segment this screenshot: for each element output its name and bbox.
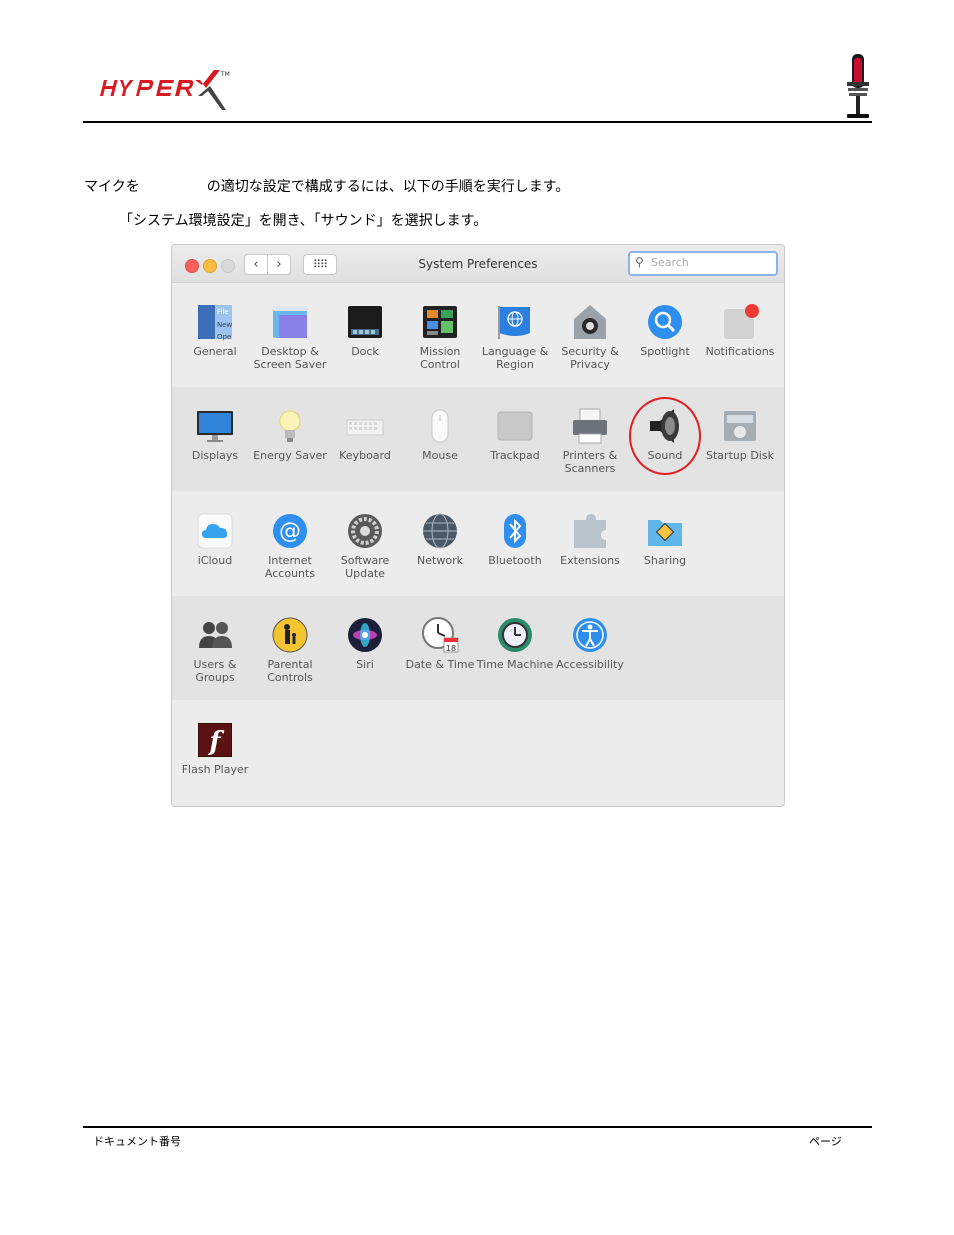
- pref-label: Time Machine: [476, 658, 554, 671]
- keyboard-icon: [346, 419, 384, 436]
- house-lock-icon: [574, 305, 606, 339]
- pref-label: Printers & Scanners: [562, 449, 618, 475]
- search-placeholder: Search: [651, 256, 689, 269]
- pref-label: Startup Disk: [706, 449, 774, 462]
- time-machine-icon: [498, 618, 532, 652]
- pref-label: Language & Region: [481, 345, 549, 371]
- trackpad-icon: [497, 411, 533, 441]
- pref-label: Desktop & Screen Saver: [253, 345, 327, 371]
- puzzle-icon: [574, 514, 606, 548]
- pref-label: Sharing: [643, 554, 687, 567]
- mission-control-icon: [423, 306, 457, 338]
- monitor-icon: [197, 411, 233, 442]
- page-label: ページ: [809, 1135, 842, 1148]
- pref-label: Flash Player: [181, 763, 249, 776]
- bluetooth-icon: [504, 514, 526, 548]
- svg-text:New: New: [217, 321, 233, 329]
- prefs-row-5: [172, 701, 784, 806]
- pref-label: Date & Time: [405, 658, 475, 671]
- svg-text:Ope: Ope: [217, 333, 231, 341]
- instruction-line-1-start: マイクを: [84, 179, 140, 195]
- magnifier-icon: [648, 305, 682, 339]
- pref-label: Users & Groups: [193, 658, 237, 684]
- cloud-icon: [197, 513, 233, 549]
- instruction-line-1: マイクを の適切な設定で構成するには、以下の手順を実行します。: [84, 176, 569, 196]
- pref-label: General: [193, 345, 237, 358]
- svg-text:TM: TM: [220, 71, 230, 78]
- dock-icon: [348, 306, 382, 338]
- svg-text:@: @: [279, 519, 301, 544]
- title-bar: ‹ › ⠿⠿ System Preferences ⚲ Search: [172, 245, 784, 283]
- pref-label: Software Update: [340, 554, 390, 580]
- globe-icon: [423, 513, 457, 549]
- svg-text:18: 18: [446, 644, 456, 653]
- pref-label: Displays: [191, 449, 239, 462]
- pref-label: Siri: [356, 658, 374, 671]
- siri-icon: [348, 618, 382, 652]
- microphone-icon: [847, 54, 869, 118]
- accessibility-icon: [573, 618, 607, 652]
- clock-icon: 18: [422, 617, 459, 653]
- disk-icon: [724, 411, 756, 441]
- footer-rule: [83, 1126, 872, 1128]
- pref-label: Security & Privacy: [561, 345, 619, 371]
- prefs-row-1: [172, 283, 784, 387]
- pref-label: Keyboard: [339, 449, 391, 462]
- search-field[interactable]: ⚲ Search: [628, 251, 778, 276]
- pref-label: Internet Accounts: [264, 554, 316, 580]
- pref-label: Mission Control: [419, 345, 461, 371]
- prefs-row-3: [172, 492, 784, 596]
- pref-label: iCloud: [197, 554, 233, 567]
- pref-label: Bluetooth: [488, 554, 542, 567]
- desktop-icon: [273, 306, 307, 338]
- search-icon: ⚲: [635, 255, 644, 269]
- instruction-line-2: 「システム環境設定」を開き、「サウンド」を選択します。: [119, 213, 488, 229]
- pref-label: Energy Saver: [253, 449, 327, 462]
- pref-label: Extensions: [560, 554, 620, 567]
- instruction-line-1-end: の適切な設定で構成するには、以下の手順を実行します。: [206, 179, 570, 195]
- pref-label: Mouse: [422, 449, 458, 462]
- flag-icon: [498, 306, 530, 339]
- users-icon: [199, 622, 232, 648]
- sound-highlight-circle: [629, 397, 701, 475]
- mouse-icon: [431, 409, 449, 443]
- notifications-icon: [724, 304, 759, 339]
- at-icon: @: [273, 514, 307, 548]
- gear-icon: [348, 514, 382, 548]
- svg-text:File: File: [217, 308, 229, 316]
- header-rule: [83, 121, 872, 123]
- flash-icon: f: [198, 723, 232, 757]
- pref-label: Dock: [351, 345, 379, 358]
- bulb-icon: [279, 410, 301, 442]
- sharing-folder-icon: [648, 520, 682, 546]
- pref-label: Trackpad: [490, 449, 540, 462]
- general-icon: File New Ope: [198, 305, 233, 341]
- pref-label: Network: [417, 554, 463, 567]
- parental-icon: [272, 617, 308, 653]
- pref-label: Parental Controls: [267, 658, 313, 684]
- pref-label: Notifications: [705, 345, 775, 358]
- prefs-row-4: [172, 596, 784, 700]
- hyperx-logo: TM: [100, 70, 230, 110]
- system-preferences-window: ‹ › ⠿⠿ System Preferences ⚲ Search File …: [171, 244, 785, 807]
- pref-label: Accessibility: [556, 658, 624, 671]
- document-number-label: ドキュメント番号: [93, 1135, 181, 1148]
- pref-label: Spotlight: [640, 345, 690, 358]
- printer-icon: [573, 408, 607, 444]
